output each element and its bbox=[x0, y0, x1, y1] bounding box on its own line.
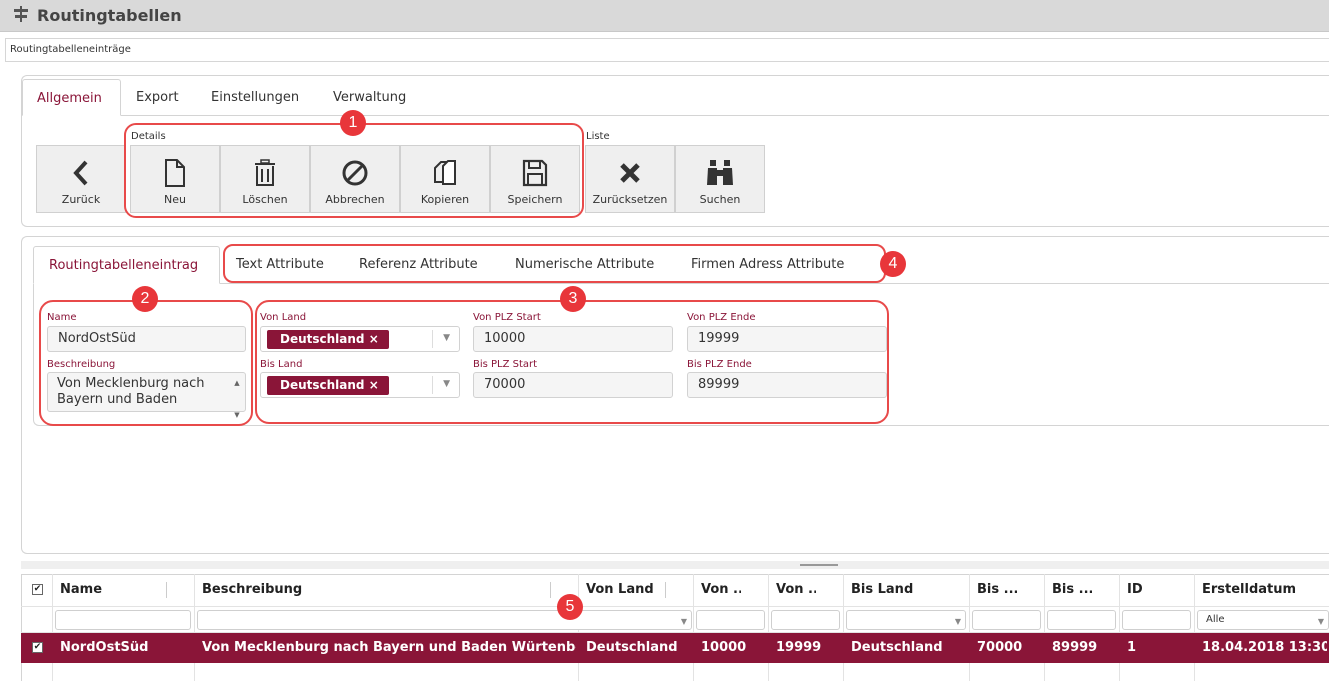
filter-von-plz-start[interactable] bbox=[696, 610, 765, 630]
column-header-beschreibung[interactable]: Beschreibung bbox=[202, 574, 542, 606]
cell-bis-plz-start: 70000 bbox=[977, 640, 1023, 655]
cell-bis-plz-ende: 89999 bbox=[1052, 640, 1098, 655]
breadcrumb: Routingtabelleneinträge bbox=[10, 44, 131, 55]
header-resize[interactable] bbox=[166, 582, 167, 598]
col-divider bbox=[1044, 574, 1045, 681]
column-header-von-plz-ende[interactable]: Von ... bbox=[776, 574, 816, 606]
cell-von-plz-ende: 19999 bbox=[776, 640, 822, 655]
splitter-handle[interactable] bbox=[800, 564, 838, 566]
column-header-id[interactable]: ID bbox=[1127, 574, 1167, 606]
breadcrumb-bar bbox=[5, 38, 1329, 62]
back-label: Zurück bbox=[61, 193, 101, 206]
column-header-von-plz-start[interactable]: Von ... bbox=[701, 574, 741, 606]
col-divider bbox=[1194, 574, 1195, 681]
col-divider bbox=[969, 574, 970, 681]
cell-id: 1 bbox=[1127, 640, 1137, 655]
back-button[interactable]: Zurück bbox=[36, 145, 126, 213]
callout-box-name bbox=[39, 300, 253, 426]
filter-erstelldatum[interactable]: Alle ▼ bbox=[1197, 610, 1329, 630]
callout-number-1: 1 bbox=[340, 110, 366, 136]
reset-label: Zurücksetzen bbox=[592, 193, 668, 206]
cell-name: NordOstSüd bbox=[60, 640, 149, 655]
search-label: Suchen bbox=[699, 193, 741, 206]
callout-box-details bbox=[124, 123, 584, 218]
row-checkbox[interactable]: ✔ bbox=[32, 642, 43, 653]
col-divider bbox=[52, 574, 53, 681]
binoculars-icon bbox=[676, 158, 764, 188]
filter-bis-plz-start[interactable] bbox=[972, 610, 1041, 630]
column-header-name[interactable]: Name bbox=[60, 574, 160, 606]
header-resize[interactable] bbox=[665, 582, 666, 598]
callout-number-3: 3 bbox=[560, 286, 586, 312]
filter-date-value: Alle bbox=[1206, 614, 1225, 625]
filter-von-plz-ende[interactable] bbox=[771, 610, 840, 630]
col-divider bbox=[1119, 574, 1120, 681]
column-header-bis-land[interactable]: Bis Land bbox=[851, 574, 951, 606]
callout-number-4: 4 bbox=[880, 251, 906, 277]
cell-erstelldatum: 18.04.2018 13:30 bbox=[1202, 640, 1327, 655]
header-divider bbox=[21, 606, 1329, 607]
filter-name[interactable] bbox=[55, 610, 191, 630]
cell-von-land: Deutschland bbox=[586, 640, 678, 655]
callout-box-tabs bbox=[223, 244, 886, 283]
column-header-bis-plz-ende[interactable]: Bis ... bbox=[1052, 574, 1092, 606]
tab-routingtabelleneintrag[interactable]: Routingtabelleneintrag bbox=[33, 246, 220, 284]
chevron-left-icon bbox=[37, 158, 125, 188]
callout-number-2: 2 bbox=[132, 286, 158, 312]
splitter[interactable] bbox=[21, 561, 1329, 569]
reset-button[interactable]: Zurücksetzen bbox=[585, 145, 675, 213]
search-button[interactable]: Suchen bbox=[675, 145, 765, 213]
header-resize[interactable] bbox=[550, 582, 551, 598]
filter-bis-land[interactable]: ▼ bbox=[846, 610, 966, 630]
cell-bis-land: Deutschland bbox=[851, 640, 943, 655]
close-icon bbox=[586, 158, 674, 188]
col-divider bbox=[693, 574, 694, 681]
select-all-checkbox[interactable]: ✔ bbox=[32, 584, 43, 595]
tab-verwaltung[interactable]: Verwaltung bbox=[319, 79, 420, 116]
cell-von-plz-start: 10000 bbox=[701, 640, 747, 655]
col-divider bbox=[768, 574, 769, 681]
tab-allgemein[interactable]: Allgemein bbox=[22, 79, 121, 116]
chevron-down-icon[interactable]: ▼ bbox=[1318, 613, 1324, 631]
callout-number-5: 5 bbox=[557, 594, 583, 620]
callout-box-range bbox=[255, 300, 889, 424]
column-header-von-land[interactable]: Von Land bbox=[586, 574, 661, 606]
cell-beschreibung: Von Mecklenburg nach Bayern und Baden Wü… bbox=[202, 640, 576, 655]
list-group-label: Liste bbox=[586, 131, 610, 142]
tab-export[interactable]: Export bbox=[122, 79, 193, 116]
col-divider bbox=[194, 574, 195, 681]
chevron-down-icon[interactable]: ▼ bbox=[681, 613, 687, 631]
column-header-erstelldatum[interactable]: Erstelldatum bbox=[1202, 574, 1322, 606]
signpost-icon bbox=[14, 6, 28, 26]
filter-bis-plz-ende[interactable] bbox=[1047, 610, 1116, 630]
window-title: Routingtabellen bbox=[37, 6, 182, 25]
col-divider bbox=[843, 574, 844, 681]
title-bar bbox=[0, 0, 1329, 32]
tab-einstellungen[interactable]: Einstellungen bbox=[197, 79, 313, 116]
column-header-bis-plz-start[interactable]: Bis ... bbox=[977, 574, 1017, 606]
chevron-down-icon[interactable]: ▼ bbox=[955, 613, 961, 631]
filter-id[interactable] bbox=[1122, 610, 1191, 630]
filter-beschreibung[interactable]: ▼ bbox=[197, 610, 692, 630]
